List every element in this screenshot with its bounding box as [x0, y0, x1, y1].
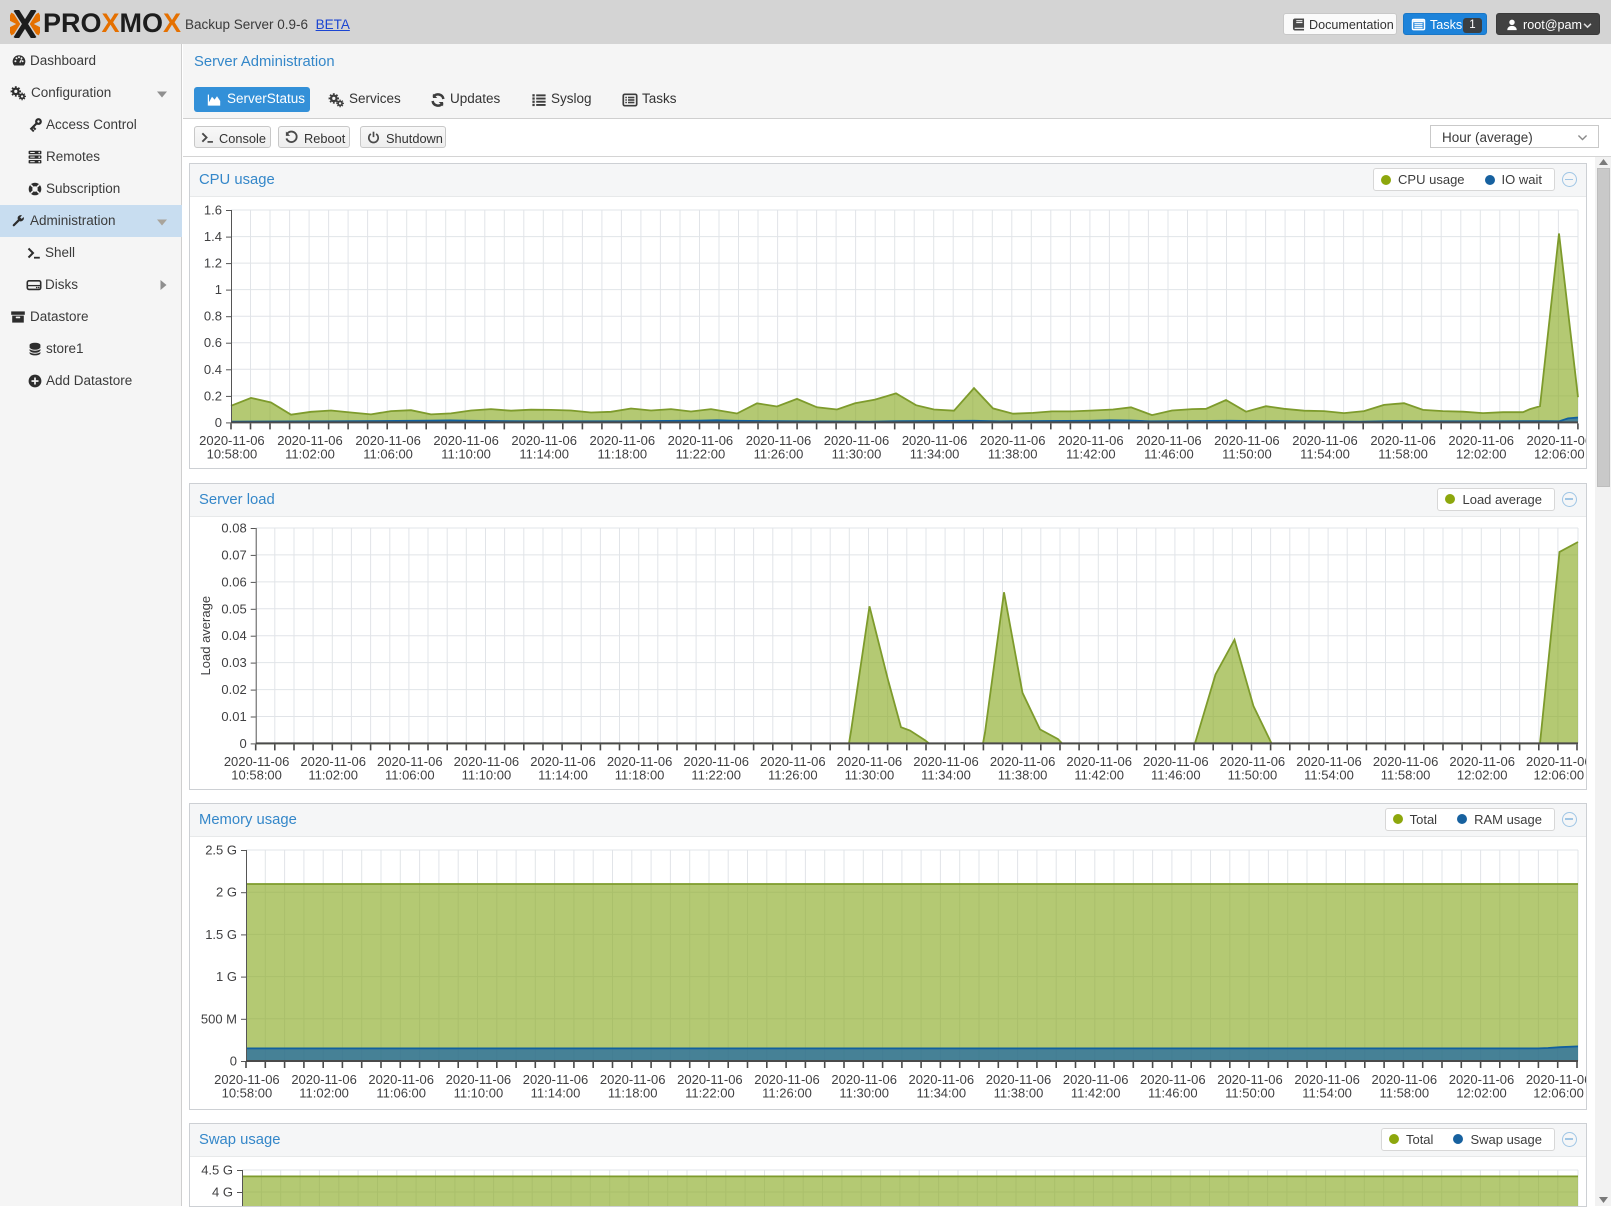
svg-text:12:02:00: 12:02:00 [1457, 768, 1508, 783]
svg-text:0: 0 [215, 415, 222, 430]
svg-text:11:02:00: 11:02:00 [299, 1085, 349, 1100]
svg-text:11:18:00: 11:18:00 [597, 447, 647, 462]
svg-text:11:38:00: 11:38:00 [998, 768, 1048, 783]
svg-text:11:38:00: 11:38:00 [988, 447, 1038, 462]
svg-text:0.6: 0.6 [204, 335, 222, 350]
svg-text:11:38:00: 11:38:00 [994, 1085, 1044, 1100]
svg-text:11:34:00: 11:34:00 [910, 447, 960, 462]
svg-text:0.02: 0.02 [221, 682, 246, 697]
svg-text:10:58:00: 10:58:00 [231, 768, 282, 783]
svg-text:0.08: 0.08 [221, 521, 246, 536]
svg-text:1 G: 1 G [216, 969, 237, 984]
svg-text:11:22:00: 11:22:00 [676, 447, 726, 462]
svg-text:11:30:00: 11:30:00 [845, 768, 895, 783]
svg-text:11:02:00: 11:02:00 [308, 768, 358, 783]
svg-text:11:14:00: 11:14:00 [531, 1085, 581, 1100]
svg-text:11:54:00: 11:54:00 [1300, 447, 1350, 462]
svg-text:11:14:00: 11:14:00 [519, 447, 569, 462]
svg-text:11:10:00: 11:10:00 [462, 768, 512, 783]
svg-text:11:10:00: 11:10:00 [454, 1085, 504, 1100]
svg-text:4 G: 4 G [212, 1185, 233, 1200]
svg-text:0: 0 [230, 1054, 237, 1069]
svg-text:11:34:00: 11:34:00 [921, 768, 971, 783]
svg-text:11:22:00: 11:22:00 [685, 1085, 735, 1100]
svg-text:11:26:00: 11:26:00 [754, 447, 804, 462]
svg-text:12:06:00: 12:06:00 [1534, 447, 1585, 462]
svg-text:11:58:00: 11:58:00 [1381, 768, 1431, 783]
svg-text:11:58:00: 11:58:00 [1379, 1085, 1429, 1100]
svg-text:12:02:00: 12:02:00 [1456, 447, 1507, 462]
svg-text:0.07: 0.07 [221, 547, 246, 562]
svg-text:12:06:00: 12:06:00 [1533, 768, 1584, 783]
svg-text:11:46:00: 11:46:00 [1144, 447, 1194, 462]
svg-text:11:26:00: 11:26:00 [762, 1085, 812, 1100]
svg-text:12:06:00: 12:06:00 [1533, 1085, 1584, 1100]
svg-text:11:54:00: 11:54:00 [1304, 768, 1354, 783]
svg-text:0.2: 0.2 [204, 388, 222, 403]
svg-text:11:42:00: 11:42:00 [1066, 447, 1116, 462]
svg-text:500 M: 500 M [201, 1011, 237, 1026]
svg-text:0.04: 0.04 [221, 628, 246, 643]
svg-text:0.05: 0.05 [221, 601, 246, 616]
svg-text:1.5 G: 1.5 G [205, 927, 237, 942]
svg-text:10:58:00: 10:58:00 [207, 447, 258, 462]
svg-text:0.06: 0.06 [221, 574, 246, 589]
svg-text:11:58:00: 11:58:00 [1378, 447, 1428, 462]
svg-text:11:46:00: 11:46:00 [1151, 768, 1201, 783]
svg-text:4.5 G: 4.5 G [201, 1163, 233, 1178]
svg-text:11:30:00: 11:30:00 [839, 1085, 889, 1100]
svg-text:0: 0 [239, 736, 246, 751]
svg-text:11:06:00: 11:06:00 [385, 768, 435, 783]
svg-text:11:42:00: 11:42:00 [1071, 1085, 1121, 1100]
svg-text:11:42:00: 11:42:00 [1074, 768, 1124, 783]
svg-text:0.8: 0.8 [204, 309, 222, 324]
svg-text:11:18:00: 11:18:00 [615, 768, 665, 783]
svg-text:0.4: 0.4 [204, 362, 222, 377]
svg-text:11:26:00: 11:26:00 [768, 768, 818, 783]
svg-text:10:58:00: 10:58:00 [222, 1085, 273, 1100]
svg-text:11:34:00: 11:34:00 [916, 1085, 966, 1100]
svg-text:11:46:00: 11:46:00 [1148, 1085, 1198, 1100]
svg-text:11:22:00: 11:22:00 [691, 768, 741, 783]
svg-text:11:18:00: 11:18:00 [608, 1085, 658, 1100]
svg-text:12:02:00: 12:02:00 [1456, 1085, 1507, 1100]
svg-text:0.03: 0.03 [221, 655, 246, 670]
svg-text:2.5 G: 2.5 G [205, 843, 237, 858]
svg-text:11:50:00: 11:50:00 [1222, 447, 1272, 462]
svg-text:11:02:00: 11:02:00 [285, 447, 335, 462]
svg-text:11:06:00: 11:06:00 [376, 1085, 426, 1100]
svg-text:11:50:00: 11:50:00 [1228, 768, 1278, 783]
svg-text:11:30:00: 11:30:00 [832, 447, 882, 462]
svg-text:1.2: 1.2 [204, 256, 222, 271]
svg-text:0.01: 0.01 [221, 709, 246, 724]
svg-text:2 G: 2 G [216, 885, 237, 900]
svg-text:1.6: 1.6 [204, 203, 222, 218]
svg-text:11:14:00: 11:14:00 [538, 768, 588, 783]
svg-text:11:50:00: 11:50:00 [1225, 1085, 1275, 1100]
svg-text:11:54:00: 11:54:00 [1302, 1085, 1352, 1100]
svg-text:1.4: 1.4 [204, 229, 222, 244]
svg-text:11:06:00: 11:06:00 [363, 447, 413, 462]
svg-text:1: 1 [215, 282, 222, 297]
svg-text:11:10:00: 11:10:00 [441, 447, 491, 462]
svg-text:Load average: Load average [198, 596, 213, 676]
